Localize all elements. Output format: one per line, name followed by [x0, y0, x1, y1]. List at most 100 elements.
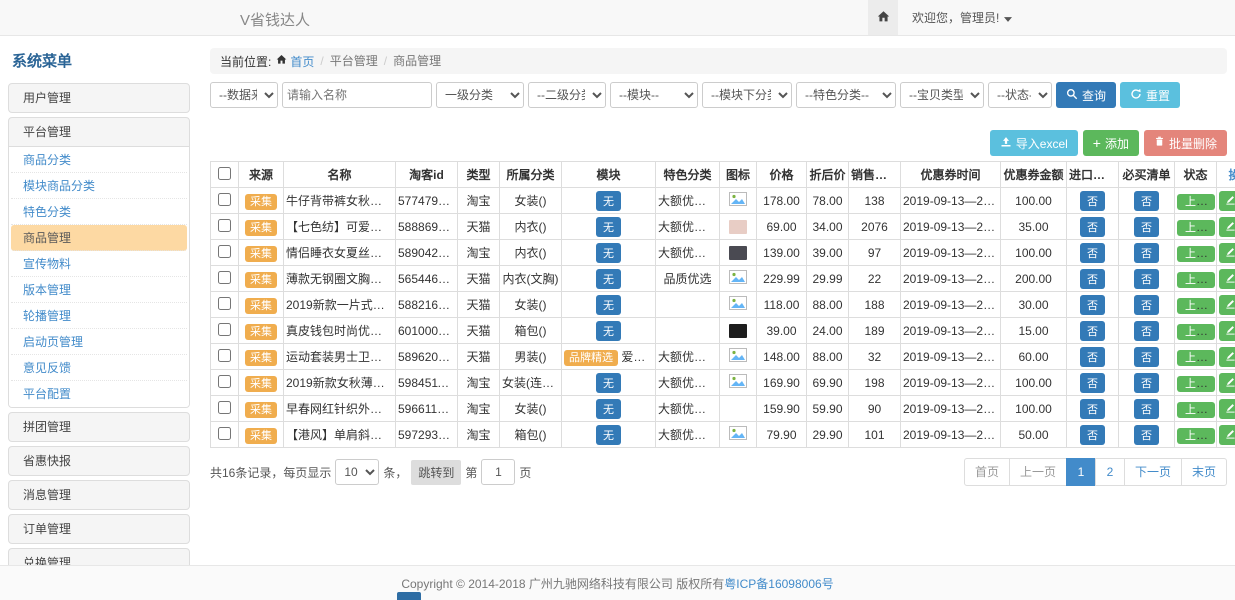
filter-module[interactable]: --模块--	[610, 82, 698, 108]
filter-level2-category[interactable]: --二级分类--	[528, 82, 606, 108]
status-button[interactable]: 上架	[1177, 402, 1215, 418]
sidebar-section-4[interactable]: 省惠快报	[9, 447, 189, 475]
status-button[interactable]: 上架	[1177, 194, 1215, 210]
page-button-末页[interactable]: 末页	[1181, 458, 1227, 486]
page-button-下一页[interactable]: 下一页	[1124, 458, 1182, 486]
import-toggle-button[interactable]: 否	[1080, 269, 1105, 289]
edit-button[interactable]	[1219, 191, 1235, 211]
add-button[interactable]: +添加	[1083, 130, 1139, 156]
row-checkbox[interactable]	[218, 245, 231, 258]
row-checkbox[interactable]	[218, 297, 231, 310]
edit-button[interactable]	[1219, 295, 1235, 315]
row-checkbox[interactable]	[218, 349, 231, 362]
product-thumbnail-icon	[729, 273, 747, 287]
import-toggle-button[interactable]: 否	[1080, 425, 1105, 445]
select-all-checkbox[interactable]	[218, 167, 231, 180]
status-button[interactable]: 上架	[1177, 324, 1215, 340]
filter-item-type[interactable]: --宝贝类型--	[900, 82, 984, 108]
filter-level1-category[interactable]: 一级分类	[436, 82, 524, 108]
status-button[interactable]: 上架	[1177, 220, 1215, 236]
must-buy-toggle-button[interactable]: 否	[1134, 425, 1159, 445]
home-button[interactable]	[868, 0, 898, 35]
row-checkbox[interactable]	[218, 271, 231, 284]
filter-feature-category[interactable]: --特色分类--	[796, 82, 896, 108]
status-button[interactable]: 上架	[1177, 376, 1215, 392]
search-button[interactable]: 查询	[1056, 82, 1116, 108]
sidebar-item[interactable]: 启动页管理	[11, 329, 187, 355]
edit-button[interactable]	[1219, 243, 1235, 263]
must-buy-toggle-button[interactable]: 否	[1134, 295, 1159, 315]
import-excel-button[interactable]: 导入excel	[990, 130, 1078, 156]
edit-button[interactable]	[1219, 399, 1235, 419]
edit-button[interactable]	[1219, 373, 1235, 393]
edit-button[interactable]	[1219, 425, 1235, 445]
must-buy-toggle-button[interactable]: 否	[1134, 217, 1159, 237]
must-buy-toggle-button[interactable]: 否	[1134, 321, 1159, 341]
row-checkbox[interactable]	[218, 375, 231, 388]
sidebar-item[interactable]: 宣传物料	[11, 251, 187, 277]
row-checkbox[interactable]	[218, 401, 231, 414]
must-buy-toggle-button[interactable]: 否	[1134, 399, 1159, 419]
filter-data-source[interactable]: --数据来源--	[210, 82, 278, 108]
jump-page-input[interactable]	[481, 459, 515, 485]
reset-button[interactable]: 重置	[1120, 82, 1180, 108]
sidebar-item[interactable]: 商品管理	[11, 225, 187, 251]
user-menu[interactable]: 欢迎您，管理员!	[912, 9, 1012, 26]
sidebar-section-6[interactable]: 订单管理	[9, 515, 189, 543]
sidebar-panel: 消息管理	[8, 480, 190, 510]
must-buy-toggle-button[interactable]: 否	[1134, 269, 1159, 289]
batch-delete-button[interactable]: 批量删除	[1144, 130, 1227, 156]
status-button[interactable]: 上架	[1177, 246, 1215, 262]
coupon-amount-cell: 100.00	[1001, 240, 1067, 266]
must-buy-toggle-button[interactable]: 否	[1134, 191, 1159, 211]
feature-category-cell: 大额优惠券	[656, 188, 720, 214]
breadcrumb: 当前位置: 首页/平台管理/商品管理	[210, 48, 1227, 74]
filter-module-subcategory[interactable]: --模块下分类--	[702, 82, 792, 108]
page-button-2[interactable]: 2	[1095, 458, 1125, 486]
import-toggle-button[interactable]: 否	[1080, 399, 1105, 419]
status-button[interactable]: 上架	[1177, 298, 1215, 314]
module-none-badge: 无	[596, 373, 621, 393]
edit-button[interactable]	[1219, 217, 1235, 237]
import-toggle-button[interactable]: 否	[1080, 373, 1105, 393]
filter-status[interactable]: --状态--	[988, 82, 1052, 108]
status-button[interactable]: 上架	[1177, 428, 1215, 444]
status-button[interactable]: 上架	[1177, 350, 1215, 366]
row-checkbox[interactable]	[218, 323, 231, 336]
breadcrumb-home-link[interactable]: 首页	[276, 53, 314, 70]
sidebar-section-2[interactable]: 平台管理	[9, 118, 189, 146]
sidebar-section-3[interactable]: 拼团管理	[9, 413, 189, 441]
page-button-1[interactable]: 1	[1066, 458, 1096, 486]
must-buy-toggle-button[interactable]: 否	[1134, 373, 1159, 393]
sidebar-item[interactable]: 模块商品分类	[11, 173, 187, 199]
sidebar-section-1[interactable]: 用户管理	[9, 84, 189, 112]
must-buy-toggle-button[interactable]: 否	[1134, 347, 1159, 367]
per-page-select[interactable]: 10	[335, 459, 379, 485]
edit-button[interactable]	[1219, 347, 1235, 367]
row-checkbox[interactable]	[218, 427, 231, 440]
sidebar-item[interactable]: 意见反馈	[11, 355, 187, 381]
import-toggle-button[interactable]: 否	[1080, 321, 1105, 341]
jump-button[interactable]: 跳转到	[411, 460, 461, 485]
sidebar-item[interactable]: 商品分类	[11, 147, 187, 173]
status-button[interactable]: 上架	[1177, 272, 1215, 288]
import-toggle-button[interactable]: 否	[1080, 295, 1105, 315]
edit-button[interactable]	[1219, 269, 1235, 289]
sidebar-item[interactable]: 特色分类	[11, 199, 187, 225]
sidebar-item[interactable]: 轮播管理	[11, 303, 187, 329]
must-buy-toggle-button[interactable]: 否	[1134, 243, 1159, 263]
import-toggle-button[interactable]: 否	[1080, 243, 1105, 263]
edit-button[interactable]	[1219, 321, 1235, 341]
page-button-首页[interactable]: 首页	[964, 458, 1010, 486]
import-toggle-button[interactable]: 否	[1080, 347, 1105, 367]
page-button-上一页[interactable]: 上一页	[1009, 458, 1067, 486]
sidebar-item[interactable]: 平台配置	[11, 381, 187, 407]
import-toggle-button[interactable]: 否	[1080, 217, 1105, 237]
row-checkbox[interactable]	[218, 219, 231, 232]
sidebar-item[interactable]: 版本管理	[11, 277, 187, 303]
import-toggle-button[interactable]: 否	[1080, 191, 1105, 211]
icp-link[interactable]: 粤ICP备16098006号	[724, 575, 833, 592]
row-checkbox[interactable]	[218, 193, 231, 206]
filter-name-input[interactable]	[282, 82, 432, 108]
sidebar-section-5[interactable]: 消息管理	[9, 481, 189, 509]
